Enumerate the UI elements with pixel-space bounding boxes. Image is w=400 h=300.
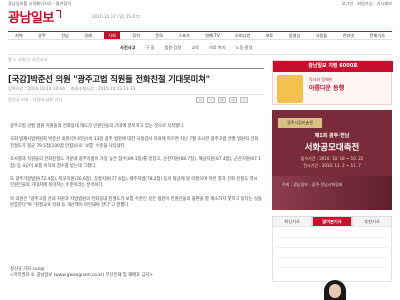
bookmark-icon[interactable]: ☆ bbox=[240, 97, 248, 103]
site-logo[interactable]: 광남일보 bbox=[8, 8, 61, 26]
title-divider bbox=[8, 68, 264, 70]
nav-item[interactable]: 인터넷 bbox=[340, 33, 358, 38]
nav-item[interactable]: 전체기사 bbox=[366, 33, 387, 38]
byline[interactable]: 정선규 기자 · 기자의 다른 기사 bbox=[8, 97, 62, 102]
updated-time: 최종수정시간 : 2010.10.13 11:13 bbox=[70, 86, 136, 91]
published-time: 입력시간 : 2010.10.13 10:44 bbox=[8, 86, 65, 91]
article-paragraph: 박 의원은 "광주고법 관내 지원과 지방법원의 전화응대 친절도가 보통 수준… bbox=[10, 196, 262, 209]
sidebar-list-panel bbox=[272, 226, 392, 282]
article-paragraph: 또 광주가정법원(72.4점), 목포지원(76.6점), 장흥지원(77.6점… bbox=[10, 177, 258, 189]
main-nav: 지역 광주 전남 경제 사회 정치 문화 스포츠 연예·TV 오피니언 포토 동영상 사람들 인터넷 전체기… bbox=[8, 31, 392, 40]
ad-footer: 주최 : 광남일보 · 광주·전남서화협회 bbox=[282, 182, 343, 187]
article-paragraph: 국회 법제사법위원회 박준선 의원(한나라당)이 13일 광주 법원에 대한 국… bbox=[10, 137, 259, 149]
photo-face bbox=[329, 284, 341, 298]
logo-text: 광남일보 bbox=[8, 10, 54, 26]
sidebar-event-ad[interactable]: 광주시립미술관 제1회 광주·전남 서화공모대축전 접수기간 : 2010. 1… bbox=[272, 110, 392, 210]
article-signature: 정선규 기자 sun@ <저작권자 © 광남일보 (www.gwangnam.c… bbox=[10, 267, 153, 280]
divider bbox=[277, 257, 387, 258]
nav-item[interactable]: 오피니언 bbox=[232, 33, 253, 38]
utility-links-right[interactable]: 로그인 · 회원가입 · 기사제보 bbox=[342, 1, 392, 6]
top-utility-bar: 광남일보를 시작페이지로 · 즐겨찾기 로그인 · 회원가입 · 기사제보 bbox=[0, 0, 400, 6]
date-weather: 2010.10.17 (일) 15.6℃ bbox=[92, 14, 140, 19]
divider bbox=[8, 54, 392, 55]
subnav-item[interactable]: 법원·검찰 bbox=[164, 45, 181, 50]
divider bbox=[277, 247, 387, 248]
ad-line: 제1회 광주·전남 bbox=[314, 133, 350, 139]
subnav-item[interactable]: 노동·환경 bbox=[236, 45, 253, 50]
breadcrumb[interactable]: 홈 > 사회 > 사건사고 bbox=[8, 57, 47, 62]
subnav-item[interactable]: 구 정 bbox=[145, 45, 154, 50]
email-icon[interactable]: ✉ bbox=[218, 97, 226, 103]
sidebar-banner-ad[interactable]: 광남일보 지령 6000호 독자와 함께한 아름다운 동행 bbox=[272, 60, 393, 105]
font-larger-icon[interactable]: ＋ bbox=[196, 97, 204, 103]
photo-thumbnail[interactable] bbox=[324, 280, 346, 300]
nav-item[interactable]: 연예·TV bbox=[202, 33, 222, 38]
article-tools: ＋－ ✉ ⎙ ☆ bbox=[196, 97, 248, 103]
nav-item[interactable]: 포토 bbox=[263, 33, 277, 38]
banner-head: 광남일보 지령 6000호 bbox=[273, 61, 393, 72]
subnav-item[interactable]: 사건사고 bbox=[120, 45, 135, 50]
font-smaller-icon[interactable]: － bbox=[207, 97, 215, 103]
article-body: 광주고법 관할 법원 직원들의 전화응대 태도가 민원인들의 기대에 못미치고 … bbox=[10, 124, 262, 217]
ad-headline: 서화공모대축전 bbox=[304, 143, 360, 153]
copyright-notice: <저작권자 © 광남일보 (www.gwangnam.co.kr) 무단전재 및… bbox=[10, 273, 153, 279]
banner-image bbox=[277, 75, 303, 103]
sub-nav: 사건사고 구 정 법원·검찰 교육 의료·복지 노동·환경 bbox=[120, 45, 252, 50]
ad-line: 접수기간 : 2010. 10. 18 ~ 10. 22 bbox=[300, 156, 364, 161]
ad-line: 전시기간 : 2010. 11. 2 ~ 11. 7 bbox=[303, 163, 361, 168]
article-meta: 입력시간 : 2010.10.13 10:44 최종수정시간 : 2010.10… bbox=[8, 86, 264, 91]
nav-item[interactable]: 스포츠 bbox=[175, 33, 193, 38]
divider bbox=[8, 94, 264, 95]
nav-item[interactable]: 사람들 bbox=[313, 33, 331, 38]
nav-item[interactable]: 전남 bbox=[58, 33, 72, 38]
nav-item[interactable]: 정치 bbox=[129, 33, 143, 38]
nav-item[interactable]: 사회 bbox=[104, 32, 120, 39]
banner-headline: 아름다운 동행 bbox=[309, 85, 345, 92]
nav-item[interactable]: 지역 bbox=[12, 33, 26, 38]
utility-links-left[interactable]: 광남일보를 시작페이지로 · 즐겨찾기 bbox=[8, 1, 71, 6]
subnav-item[interactable]: 교육 bbox=[191, 45, 199, 50]
subnav-item[interactable]: 의료·복지 bbox=[209, 45, 226, 50]
article-paragraph: 광주고법 관할 법원 직원들의 전화응대 태도가 민원인들의 기대에 못미치고 … bbox=[10, 124, 185, 129]
nav-item[interactable]: 광주 bbox=[35, 33, 49, 38]
article-paragraph: 조사결과 직원들의 전화친절도 가운데 광주지법이 가장 높은 점수(89.1점… bbox=[10, 157, 261, 169]
logo-mark-icon bbox=[55, 10, 61, 18]
divider bbox=[277, 237, 387, 238]
nav-item[interactable]: 문화 bbox=[152, 33, 166, 38]
article-title: [국감]박준선 의원 "광주고법 직원들 전화친절 기대못미쳐" bbox=[8, 74, 210, 84]
divider bbox=[277, 267, 387, 268]
nav-item[interactable]: 경제 bbox=[81, 33, 95, 38]
nav-item[interactable]: 동영상 bbox=[286, 33, 304, 38]
print-icon[interactable]: ⎙ bbox=[229, 97, 237, 103]
ad-tag: 광주시립미술관 bbox=[278, 118, 322, 128]
